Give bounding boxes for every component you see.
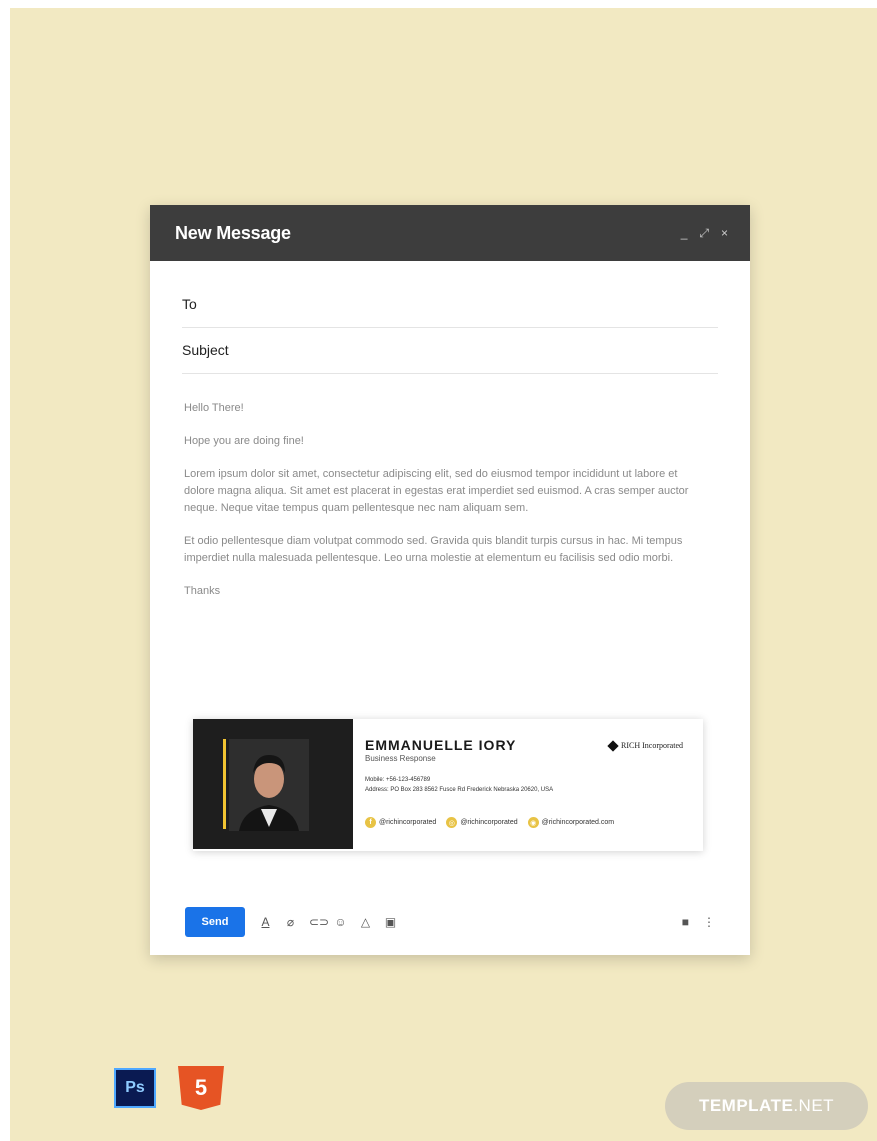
signature-photo-panel bbox=[193, 719, 353, 849]
expand-icon[interactable]: ⤢ bbox=[699, 226, 709, 241]
signature-contact: Mobile: +56-123-456789 Address: PO Box 2… bbox=[365, 775, 695, 795]
person-portrait-icon bbox=[229, 739, 309, 831]
social-label: @richincorporated bbox=[460, 819, 518, 826]
signature-accent-bar bbox=[223, 739, 226, 829]
signature-role: Business Response bbox=[365, 754, 436, 763]
formatting-tools: A ⌀ ⊂⊃ ☺ △ ▣ bbox=[259, 915, 397, 929]
to-input[interactable] bbox=[204, 295, 718, 313]
instagram-icon: ◎ bbox=[446, 817, 458, 828]
more-options-icon[interactable]: ⋮ bbox=[703, 915, 715, 929]
drive-icon[interactable]: △ bbox=[359, 915, 372, 929]
facebook-icon: f bbox=[365, 817, 376, 828]
emoji-icon[interactable]: ☺ bbox=[334, 915, 347, 929]
signature-socials: f @richincorporated ◎ @richincorporated … bbox=[365, 817, 614, 828]
minimize-icon[interactable]: _ bbox=[681, 226, 688, 241]
social-instagram[interactable]: ◎ @richincorporated bbox=[446, 817, 518, 828]
link-icon[interactable]: ⊂⊃ bbox=[309, 915, 329, 929]
close-icon[interactable]: × bbox=[721, 226, 728, 241]
template-watermark: TEMPLATE .NET bbox=[665, 1082, 868, 1130]
attach-icon[interactable]: ⌀ bbox=[284, 915, 297, 929]
format-text-icon[interactable]: A bbox=[259, 915, 272, 929]
greeting-text: Hello There! bbox=[184, 402, 244, 414]
intro-text: Hope you are doing fine! bbox=[184, 435, 304, 447]
paragraph-2: Et odio pellentesque diam volutpat commo… bbox=[184, 535, 683, 564]
toolbar-right: ■ ⋮ bbox=[682, 915, 715, 929]
closing-text: Thanks bbox=[184, 585, 221, 597]
social-label: @richincorporated bbox=[379, 819, 437, 826]
social-label: @richincorporated.com bbox=[541, 819, 615, 826]
photo-icon[interactable]: ▣ bbox=[384, 915, 397, 929]
watermark-suffix: .NET bbox=[793, 1096, 835, 1115]
signature-mobile: Mobile: +56-123-456789 bbox=[365, 777, 431, 783]
window-controls: _ ⤢ × bbox=[681, 226, 728, 241]
subject-input[interactable] bbox=[236, 341, 718, 359]
compose-toolbar: Send A ⌀ ⊂⊃ ☺ △ ▣ ■ ⋮ bbox=[185, 907, 715, 937]
paragraph-1: Lorem ipsum dolor sit amet, consectetur … bbox=[184, 468, 689, 514]
to-label: To bbox=[182, 296, 197, 312]
signature-address: Address: PO Box 283 8562 Fusce Rd Freder… bbox=[365, 787, 554, 793]
subject-label: Subject bbox=[182, 342, 229, 358]
compose-title: New Message bbox=[175, 222, 291, 243]
subject-field[interactable]: Subject bbox=[182, 327, 718, 374]
profile-photo bbox=[229, 739, 309, 831]
compose-window: New Message _ ⤢ × To Subject Hello There… bbox=[150, 205, 750, 955]
trash-icon[interactable]: ■ bbox=[682, 915, 689, 929]
photoshop-badge: Ps bbox=[114, 1068, 156, 1108]
signature-company: RICH Incorporated bbox=[607, 739, 683, 752]
message-body[interactable]: Hello There! Hope you are doing fine! Lo… bbox=[184, 400, 704, 616]
globe-icon: ◉ bbox=[527, 817, 539, 828]
watermark-brand: TEMPLATE bbox=[698, 1096, 794, 1115]
social-website[interactable]: ◉ @richincorporated.com bbox=[527, 817, 615, 828]
company-name: RICH Incorporated bbox=[621, 741, 683, 750]
to-field[interactable]: To bbox=[182, 281, 718, 328]
compose-titlebar: New Message _ ⤢ × bbox=[150, 205, 750, 261]
company-logo-icon bbox=[607, 739, 619, 752]
email-signature: EMMANUELLE IORY Business Response Mobile… bbox=[193, 719, 703, 851]
social-facebook[interactable]: f @richincorporated bbox=[365, 817, 436, 828]
html5-badge: 5 bbox=[178, 1066, 224, 1110]
send-button[interactable]: Send bbox=[185, 907, 245, 937]
